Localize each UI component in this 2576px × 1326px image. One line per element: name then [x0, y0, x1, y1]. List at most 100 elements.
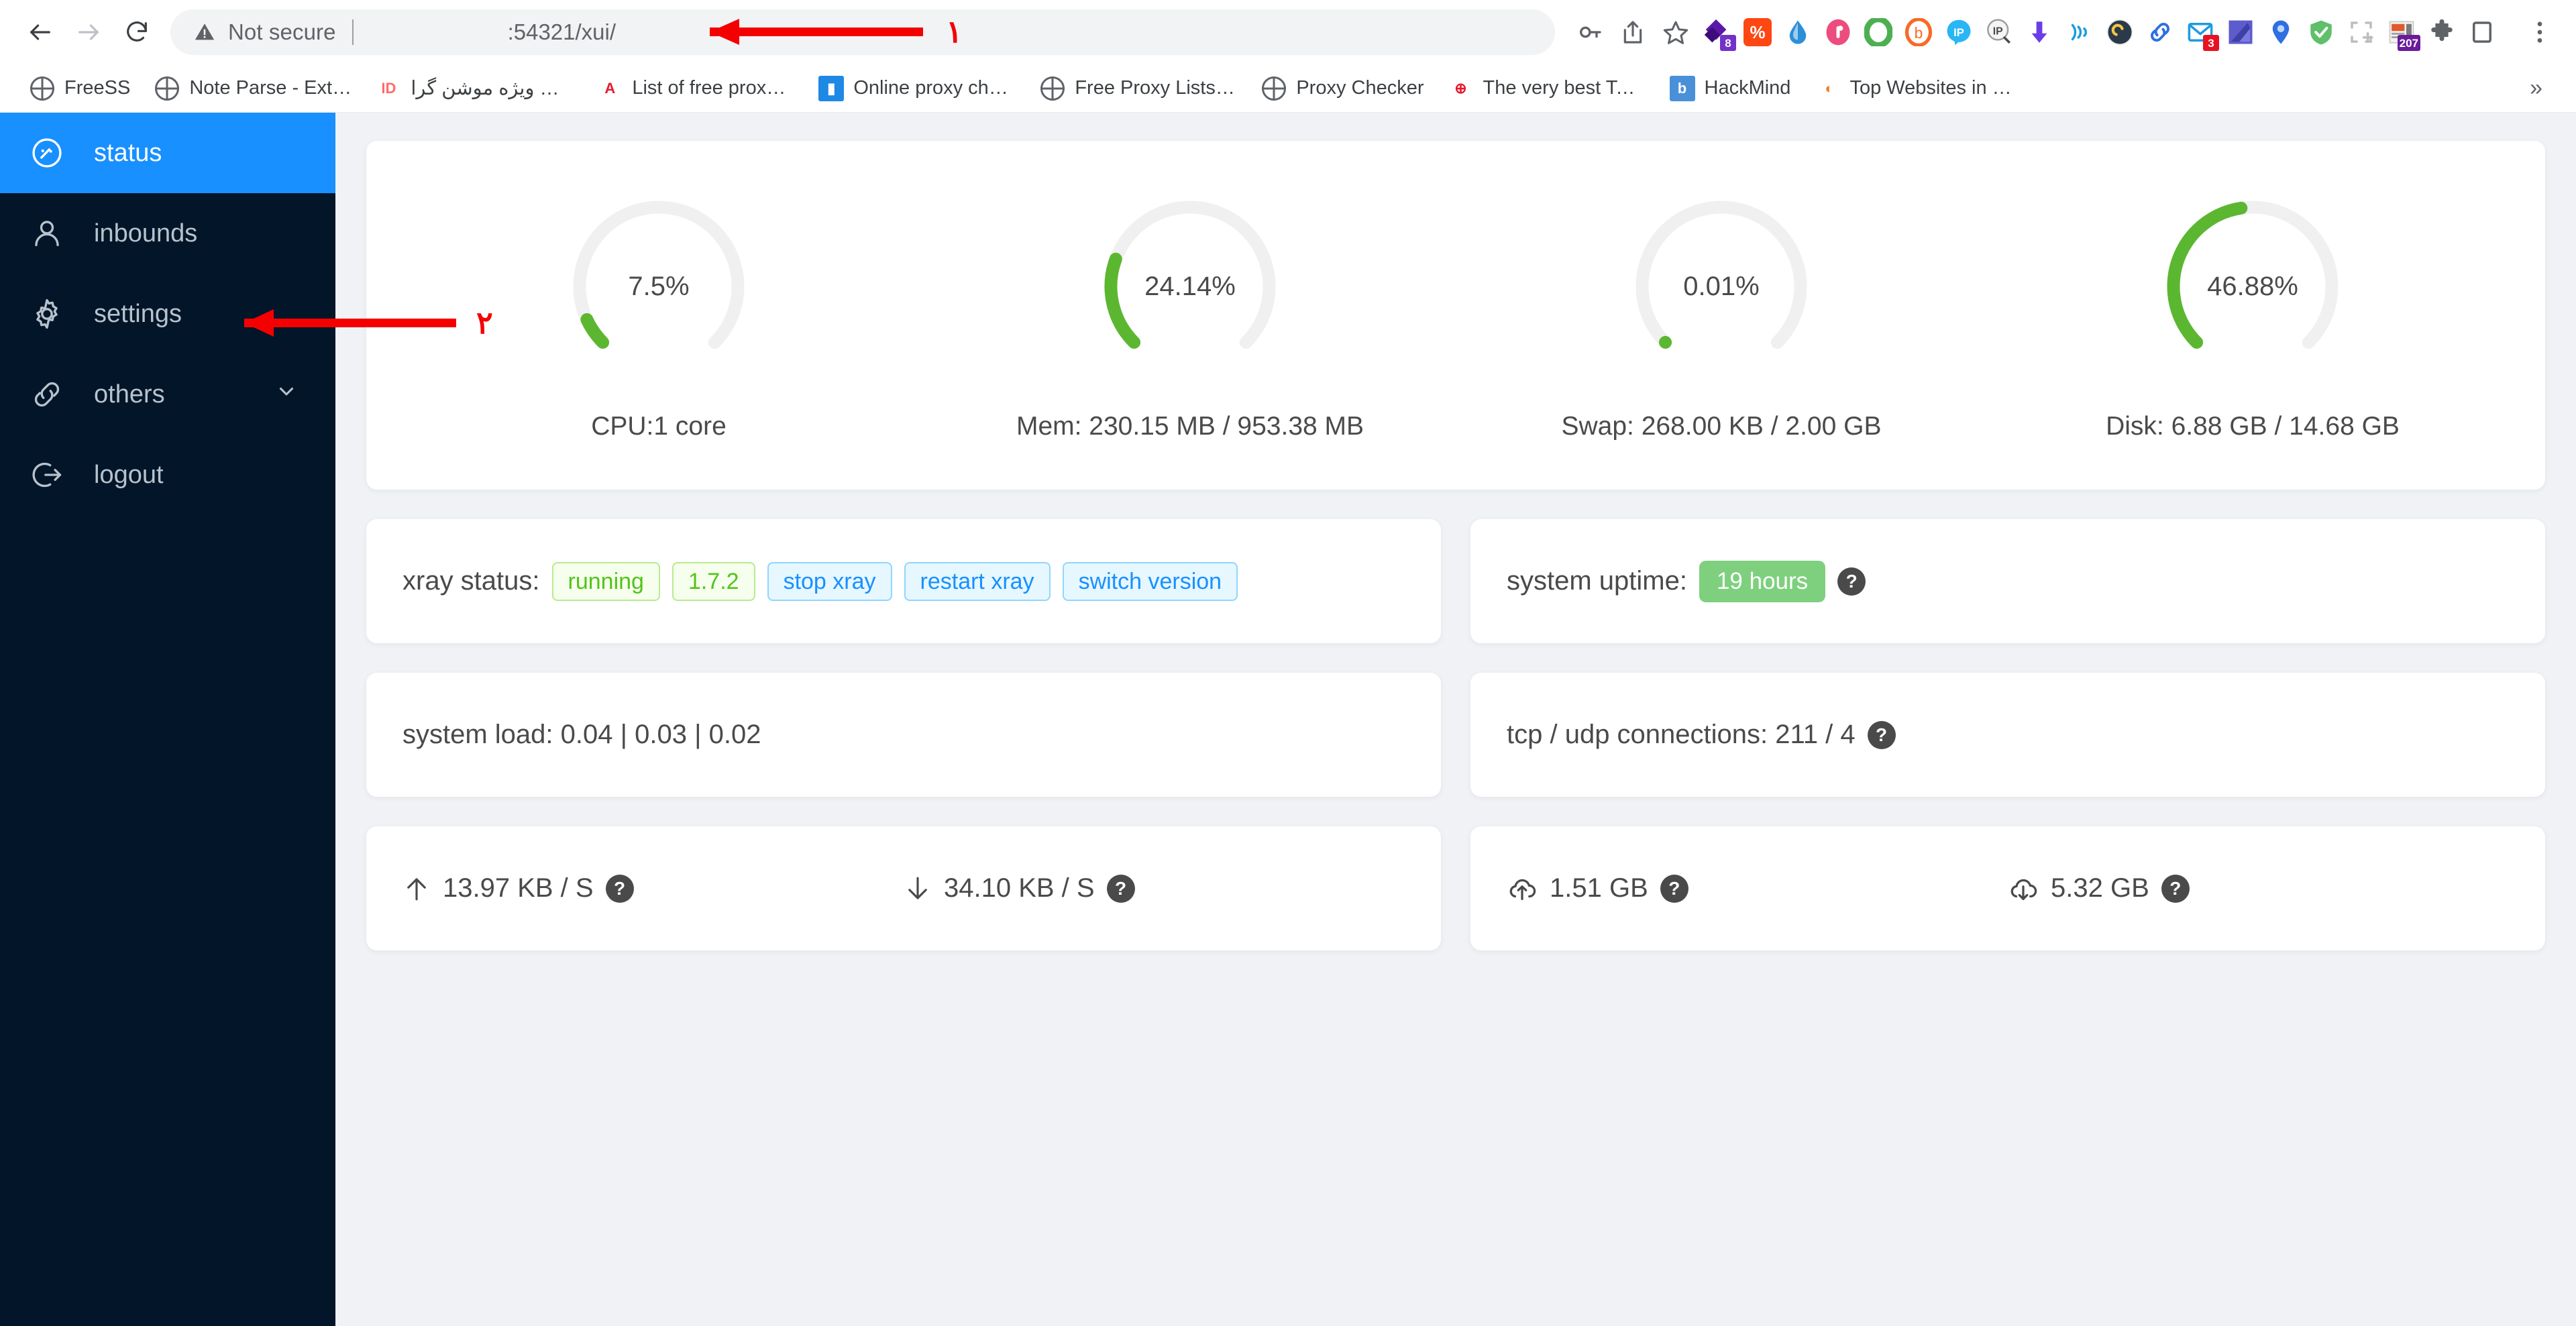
gauge-caption: Swap: 268.00 KB / 2.00 GB [1561, 412, 1882, 441]
screenshot-crop-extension-icon[interactable] [2341, 12, 2381, 52]
purple-diamond-extension-icon[interactable]: 8 [1697, 12, 1737, 52]
download-speed-cell: 34.10 KB / S ? [904, 873, 1405, 904]
gauge-mem: 24.14% Mem: 230.15 MB / 953.38 MB [924, 189, 1456, 441]
globe-icon [30, 76, 54, 101]
link-chain-extension-icon[interactable] [2140, 12, 2180, 52]
id-icon: ID [376, 75, 402, 101]
connections-help-icon[interactable]: ? [1867, 720, 1896, 749]
gauge-ring: 0.01% [1624, 189, 1819, 384]
pink-tap-extension-icon[interactable] [1818, 12, 1858, 52]
bookmark-label: The very best Teleg... [1483, 77, 1646, 99]
side-panel-icon[interactable] [2462, 12, 2502, 52]
bookmarks-overflow-icon[interactable]: » [2530, 75, 2559, 101]
uptime-help-icon[interactable]: ? [1837, 567, 1866, 596]
globe-icon [154, 76, 180, 101]
ip-bubble-extension-icon[interactable]: IP [1939, 12, 1979, 52]
restart-xray-button[interactable]: restart xray [904, 561, 1051, 601]
gauge-cpu: 7.5% CPU:1 core [393, 189, 924, 441]
svg-text:IP: IP [1993, 26, 2003, 38]
toolbar-icon-group: 8 % b IP IP 3 207 [1568, 11, 2560, 54]
load-connections-row: system load: 0.04 | 0.03 | 0.02 tcp / ud… [366, 673, 2545, 797]
resource-gauges-card: 7.5% CPU:1 core 24.14% Mem: 230.15 MB / 953… [366, 141, 2545, 490]
xray-version-badge: 1.7.2 [672, 561, 755, 601]
sidebar: status inbounds settings others logout [0, 113, 335, 1326]
traffic-speed-card: 13.97 KB / S ? 34.10 KB / S ? [366, 826, 1441, 950]
switch-version-button[interactable]: switch version [1062, 561, 1238, 601]
arrow-down-icon [908, 877, 927, 899]
extension-badge: 8 [1720, 35, 1736, 51]
bookmark-item[interactable]: ▮ Online proxy check... [806, 70, 1028, 107]
mail-extension-icon[interactable]: 3 [2180, 12, 2220, 52]
bookmark-item[interactable]: ◖ Top Websites in Ira... [1803, 70, 2024, 107]
sidebar-item-status[interactable]: status [0, 113, 335, 193]
gauge-caption: Disk: 6.88 GB / 14.68 GB [2106, 412, 2400, 441]
sidebar-item-inbounds[interactable]: inbounds [0, 193, 335, 274]
red-a-icon: A [597, 75, 623, 101]
svg-text:b: b [1915, 24, 1923, 42]
green-ring-extension-icon[interactable] [1858, 12, 1898, 52]
bookmark-label: Online proxy check... [853, 77, 1016, 99]
gauge-percent-label: 7.5% [628, 271, 690, 301]
chrome-menu-icon[interactable] [2520, 12, 2560, 52]
share-icon[interactable] [1611, 11, 1654, 54]
site-security-chip[interactable]: Not secure [193, 19, 336, 45]
puzzle-extensions-icon[interactable] [2422, 12, 2462, 52]
location-pin-extension-icon[interactable] [2261, 12, 2301, 52]
reload-button[interactable] [113, 8, 161, 56]
dark-circle-extension-icon[interactable] [2100, 12, 2140, 52]
news-reader-extension-icon[interactable]: 207 [2381, 12, 2422, 52]
stop-xray-button[interactable]: stop xray [767, 561, 892, 601]
user-icon [30, 216, 74, 251]
bookmark-item[interactable]: ⊕ The very best Teleg... [1436, 70, 1658, 107]
globe-icon [1261, 76, 1287, 101]
wifi-waves-extension-icon[interactable] [2059, 12, 2100, 52]
bookmark-item[interactable]: b HackMind [1658, 70, 1803, 107]
back-button[interactable] [16, 8, 64, 56]
xray-status-badge: running [551, 561, 660, 601]
upload-total-help-icon[interactable]: ? [1660, 874, 1688, 903]
download-total-help-icon[interactable]: ? [2161, 874, 2190, 903]
globe-icon [155, 76, 180, 101]
bookmark-label: List of free proxy by... [632, 77, 794, 99]
system-uptime-label: system uptime: [1507, 566, 1687, 596]
bookmark-item[interactable]: A List of free proxy by... [585, 70, 806, 107]
browser-toolbar: Not secure :54321/xui/ 8 % b IP IP 3 207 [0, 0, 2576, 64]
percent-extension-icon[interactable]: % [1737, 12, 1778, 52]
bookmark-item[interactable]: Free Proxy Lists - H... [1028, 70, 1249, 107]
bookmark-item[interactable]: ID فروش ویژه موشن گرا... [364, 70, 585, 107]
bookmarks-bar: FreeSS Note Parse - Extract... ID فروش ویژه… [0, 64, 2576, 113]
address-bar[interactable]: Not secure :54321/xui/ [170, 9, 1555, 55]
traffic-total-card: 1.51 GB ? 5.32 GB ? [1470, 826, 2545, 950]
sidebar-item-others[interactable]: others [0, 354, 335, 435]
not-secure-warning-icon [195, 23, 215, 40]
gauge-swap: 0.01% Swap: 268.00 KB / 2.00 GB [1456, 189, 1987, 441]
ip-lookup-extension-icon[interactable]: IP [1979, 12, 2019, 52]
bookmark-label: Proxy Checker [1296, 77, 1424, 99]
forward-button[interactable] [64, 8, 113, 56]
password-key-icon[interactable] [1568, 11, 1611, 54]
purple-gem-extension-icon[interactable] [2220, 12, 2261, 52]
bookmark-star-icon[interactable] [1654, 11, 1697, 54]
gauge-disk: 46.88% Disk: 6.88 GB / 14.68 GB [1987, 189, 2518, 441]
bookmark-item[interactable]: Proxy Checker [1249, 70, 1436, 107]
bookmark-item[interactable]: Note Parse - Extract... [142, 70, 364, 107]
download-speed-value: 34.10 KB / S [944, 873, 1095, 903]
gauge-percent-label: 24.14% [1144, 271, 1236, 301]
sidebar-item-logout[interactable]: logout [0, 435, 335, 515]
chevron-down-icon[interactable] [275, 380, 298, 409]
sidebar-item-settings[interactable]: settings [0, 274, 335, 354]
download-speed-help-icon[interactable]: ? [1106, 874, 1135, 903]
main-content: 7.5% CPU:1 core 24.14% Mem: 230.15 MB / 953… [335, 113, 2576, 1326]
gauge-percent-label: 0.01% [1683, 271, 1760, 301]
bookmark-label: فروش ویژه موشن گرا... [411, 78, 573, 99]
download-arrow-extension-icon[interactable] [2019, 12, 2059, 52]
cloud-download-icon [2010, 879, 2037, 900]
blue-droplet-extension-icon[interactable] [1778, 12, 1818, 52]
upload-speed-help-icon[interactable]: ? [605, 874, 634, 903]
url-text[interactable]: :54321/xui/ [508, 19, 616, 45]
shield-check-extension-icon[interactable] [2301, 12, 2341, 52]
orange-b-extension-icon[interactable]: b [1898, 12, 1939, 52]
sidebar-item-label: others [94, 380, 165, 408]
bookmark-item[interactable]: FreeSS [17, 70, 142, 107]
gauge-caption: CPU:1 core [591, 412, 727, 441]
